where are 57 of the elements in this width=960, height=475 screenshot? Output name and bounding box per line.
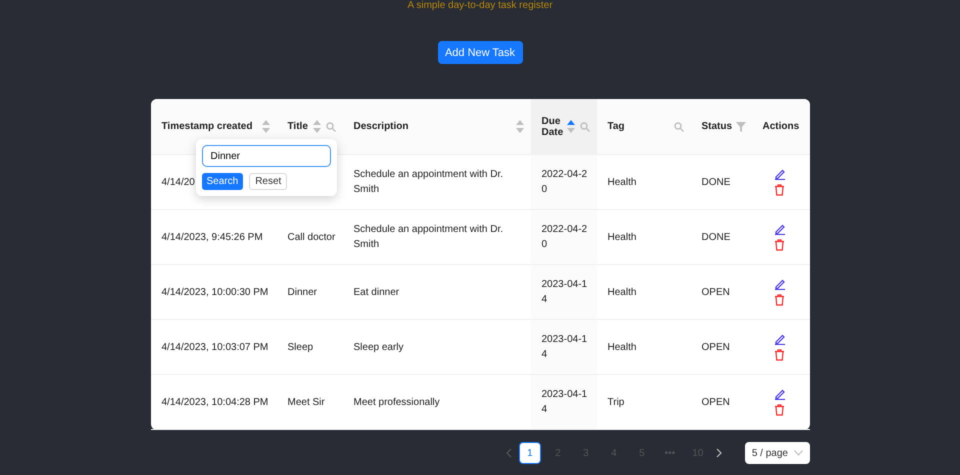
timestamp-text: 4/14/2023, 10:03:07 PM bbox=[162, 342, 268, 352]
edit-icon[interactable] bbox=[774, 168, 786, 180]
due-date-text: 2022-04-20 bbox=[542, 168, 588, 197]
search-input[interactable]: Dinner bbox=[202, 145, 330, 167]
status-text: OPEN bbox=[702, 396, 730, 408]
timestamp-text: 4/14/2023, 10:04:28 PM bbox=[162, 396, 268, 408]
status-text: DONE bbox=[702, 176, 730, 188]
description-text: Sleep early bbox=[354, 342, 404, 352]
status-text: OPEN bbox=[702, 286, 730, 298]
chevron-down-icon bbox=[794, 450, 803, 456]
column-header[interactable]: Title bbox=[288, 121, 308, 132]
column-header[interactable]: Status bbox=[702, 121, 732, 132]
app-subtitle: A simple day-to-day task register bbox=[407, 0, 553, 12]
delete-icon[interactable] bbox=[774, 349, 784, 361]
next-page-icon[interactable] bbox=[714, 448, 723, 458]
reset-button[interactable]: Reset bbox=[249, 173, 288, 190]
title-text: Sleep bbox=[288, 342, 314, 352]
page-button[interactable]: 1 bbox=[518, 442, 541, 464]
description-text: Eat dinner bbox=[354, 286, 400, 298]
edit-icon[interactable] bbox=[774, 388, 786, 400]
column-header[interactable]: Actions bbox=[762, 121, 800, 132]
timestamp-text: 4/14/20 bbox=[162, 176, 195, 188]
timestamp-text: 4/14/2023, 10:00:30 PM bbox=[162, 286, 268, 298]
status-text: OPEN bbox=[702, 342, 730, 352]
description-text: Schedule an appointment with Dr. Smith bbox=[354, 169, 504, 195]
sort-icon[interactable] bbox=[566, 120, 574, 133]
description-text: Schedule an appointment with Dr. Smith bbox=[354, 224, 504, 250]
tag-text: Health bbox=[608, 232, 636, 242]
edit-icon[interactable] bbox=[774, 333, 786, 345]
tag-text: Health bbox=[608, 342, 636, 352]
title-text: Meet Sir bbox=[288, 396, 325, 408]
due-date-text: 2023-04-14 bbox=[542, 333, 588, 362]
column-header[interactable]: Description bbox=[354, 121, 409, 132]
description-text: Meet professionally bbox=[354, 396, 440, 408]
page-size-select[interactable]: 5 / page bbox=[744, 442, 810, 464]
delete-icon[interactable] bbox=[774, 404, 784, 416]
column-header[interactable]: Timestamp created bbox=[162, 121, 252, 132]
status-text: DONE bbox=[702, 232, 730, 242]
delete-icon[interactable] bbox=[774, 239, 784, 251]
previous-page-icon[interactable] bbox=[504, 448, 513, 458]
delete-icon[interactable] bbox=[774, 184, 784, 196]
title-text: Call doctor bbox=[288, 232, 336, 242]
column-header[interactable]: Tag bbox=[608, 121, 625, 132]
due-date-text: 2023-04-14 bbox=[542, 388, 588, 417]
timestamp-text: 4/14/2023, 9:45:26 PM bbox=[162, 232, 263, 242]
delete-icon[interactable] bbox=[774, 294, 784, 306]
title-text: Dinner bbox=[288, 286, 317, 298]
tag-text: Health bbox=[608, 176, 636, 188]
edit-icon[interactable] bbox=[774, 278, 786, 290]
add-task-button[interactable]: Add New Task bbox=[438, 41, 522, 64]
due-date-text: 2022-04-20 bbox=[542, 223, 588, 252]
edit-icon[interactable] bbox=[774, 223, 786, 235]
tag-text: Health bbox=[608, 286, 636, 298]
search-button[interactable]: Search bbox=[202, 173, 244, 190]
column-header[interactable]: Due Date bbox=[542, 116, 566, 138]
tag-text: Trip bbox=[608, 396, 624, 408]
due-date-text: 2023-04-14 bbox=[542, 278, 588, 307]
